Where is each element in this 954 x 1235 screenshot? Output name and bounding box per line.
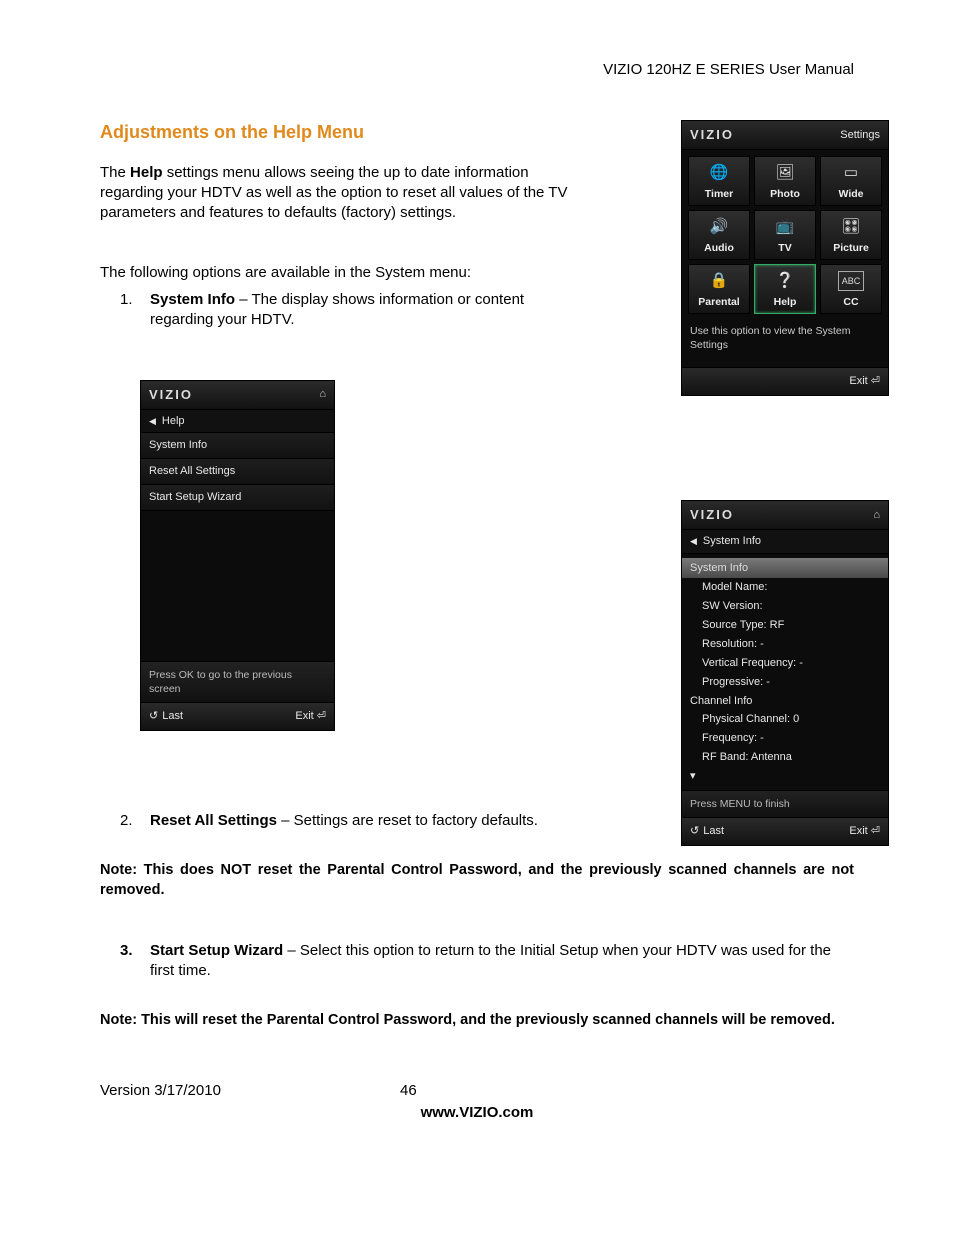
option-list: 1. System Info – The display shows infor… bbox=[100, 290, 590, 331]
list-item-title: System Info bbox=[150, 291, 235, 308]
cell-picture[interactable]: 🎛 Picture bbox=[820, 210, 882, 260]
cell-label: Help bbox=[774, 295, 797, 309]
breadcrumb[interactable]: ◀ System Info bbox=[682, 530, 888, 554]
tv-icon: 📺 bbox=[772, 217, 798, 237]
info-line: Frequency: - bbox=[682, 729, 888, 748]
photo-icon: 🖼 bbox=[772, 163, 798, 183]
info-line: Model Name: bbox=[682, 578, 888, 597]
home-icon[interactable]: ⌂ bbox=[873, 508, 880, 523]
list-number: 3. bbox=[120, 941, 133, 961]
exit-icon: ⏎ bbox=[871, 375, 880, 387]
info-line: Source Type: RF bbox=[682, 616, 888, 635]
last-button[interactable]: ↺Last bbox=[149, 709, 183, 724]
info-line: Physical Channel: 0 bbox=[682, 710, 888, 729]
brand-logo: VIZIO bbox=[690, 506, 734, 524]
menu-item-setup-wizard[interactable]: Start Setup Wizard bbox=[141, 485, 334, 511]
help-panel: VIZIO ⌂ ◀ Help System Info Reset All Set… bbox=[140, 380, 335, 731]
list-item-desc: – Settings are reset to factory defaults… bbox=[277, 812, 538, 829]
cc-icon: ABC bbox=[838, 271, 864, 291]
exit-icon: ⏎ bbox=[871, 825, 880, 837]
info-line: Resolution: - bbox=[682, 635, 888, 654]
info-group-header: Channel Info bbox=[682, 692, 888, 711]
cell-label: Parental bbox=[698, 295, 739, 309]
list-item: 1. System Info – The display shows infor… bbox=[150, 290, 590, 331]
cell-label: CC bbox=[843, 295, 858, 309]
panel-footer: Exit ⏎ bbox=[682, 367, 888, 395]
content-wrap: Adjustments on the Help Menu VIZIO Setti… bbox=[100, 120, 854, 1123]
panel-footer: ↺Last Exit ⏎ bbox=[141, 702, 334, 730]
cell-timer[interactable]: 🌐 Timer bbox=[688, 156, 750, 206]
back-arrow-icon: ◀ bbox=[690, 535, 697, 547]
picture-icon: 🎛 bbox=[838, 217, 864, 237]
cell-photo[interactable]: 🖼 Photo bbox=[754, 156, 816, 206]
panel-header: VIZIO ⌂ bbox=[682, 501, 888, 530]
cell-audio[interactable]: 🔊 Audio bbox=[688, 210, 750, 260]
info-line: RF Band: Antenna bbox=[682, 748, 888, 767]
cell-wide[interactable]: ▭ Wide bbox=[820, 156, 882, 206]
brand-logo: VIZIO bbox=[149, 386, 193, 404]
body-below: 2. Reset All Settings – Settings are res… bbox=[100, 811, 854, 1123]
home-icon[interactable]: ⌂ bbox=[319, 387, 326, 402]
intro-paragraph: The Help settings menu allows seeing the… bbox=[100, 163, 590, 224]
website-footer: www.VIZIO.com bbox=[100, 1103, 854, 1123]
timer-icon: 🌐 bbox=[706, 163, 732, 183]
info-line: SW Version: bbox=[682, 597, 888, 616]
list-item: 3. Start Setup Wizard – Select this opti… bbox=[150, 941, 854, 982]
option-list: 2. Reset All Settings – Settings are res… bbox=[100, 811, 854, 831]
menu-item-reset-all[interactable]: Reset All Settings bbox=[141, 459, 334, 485]
panel-header: VIZIO ⌂ bbox=[141, 381, 334, 410]
breadcrumb[interactable]: ◀ Help bbox=[141, 410, 334, 434]
back-loop-icon: ↺ bbox=[149, 709, 158, 724]
left-column: The Help settings menu allows seeing the… bbox=[100, 163, 590, 732]
cell-label: Audio bbox=[704, 241, 734, 255]
info-group-header: System Info bbox=[682, 558, 888, 579]
cell-label: Wide bbox=[839, 187, 864, 201]
exit-button[interactable]: Exit ⏎ bbox=[849, 374, 880, 389]
list-item-title: Reset All Settings bbox=[150, 812, 277, 829]
version-text: Version 3/17/2010 bbox=[100, 1081, 400, 1101]
exit-button[interactable]: Exit ⏎ bbox=[295, 709, 326, 724]
lock-icon: 🔒 bbox=[706, 271, 732, 291]
cell-label: Timer bbox=[705, 187, 733, 201]
menu-item-system-info[interactable]: System Info bbox=[141, 433, 334, 459]
note-2: Note: This will reset the Parental Contr… bbox=[100, 1011, 854, 1031]
wide-icon: ▭ bbox=[838, 163, 864, 183]
version-row: Version 3/17/2010 46 bbox=[100, 1081, 854, 1101]
sysinfo-panel: VIZIO ⌂ ◀ System Info System Info Model … bbox=[681, 500, 889, 846]
settings-grid: 🌐Timer 🖼Photo ▭Wide 🔊Audio 📺TV 🎛Picture … bbox=[682, 150, 888, 321]
note-1: Note: This does NOT reset the Parental C… bbox=[100, 861, 854, 900]
list-item-title: Start Setup Wizard bbox=[150, 942, 283, 959]
brand-logo: VIZIO bbox=[690, 126, 734, 144]
panel-title: Settings bbox=[840, 128, 880, 143]
sub-intro: The following options are available in t… bbox=[100, 263, 590, 283]
back-arrow-icon: ◀ bbox=[149, 415, 156, 427]
crumb-label: Help bbox=[162, 414, 185, 429]
help-icon: ❔ bbox=[772, 271, 798, 291]
crumb-label: System Info bbox=[703, 534, 761, 549]
cell-cc[interactable]: ABC CC bbox=[820, 264, 882, 314]
cell-label: TV bbox=[778, 241, 791, 255]
page-number: 46 bbox=[400, 1081, 417, 1101]
panel-header: VIZIO Settings bbox=[682, 121, 888, 150]
option-list: 3. Start Setup Wizard – Select this opti… bbox=[100, 941, 854, 982]
list-item: 2. Reset All Settings – Settings are res… bbox=[150, 811, 854, 831]
panel-filler bbox=[141, 511, 334, 661]
list-number: 2. bbox=[120, 811, 133, 831]
more-indicator: ▾ bbox=[682, 767, 888, 786]
cell-tv[interactable]: 📺 TV bbox=[754, 210, 816, 260]
panel-hint: Press OK to go to the previous screen bbox=[141, 661, 334, 702]
exit-icon: ⏎ bbox=[317, 710, 326, 722]
info-line: Progressive: - bbox=[682, 673, 888, 692]
settings-panel: VIZIO Settings 🌐 Timer 🖼 Photo ▭ Wide 🔊 Audi… bbox=[681, 120, 889, 395]
info-line: Vertical Frequency: - bbox=[682, 654, 888, 673]
cell-label: Photo bbox=[770, 187, 800, 201]
audio-icon: 🔊 bbox=[706, 217, 732, 237]
panel-description: Use this option to view the System Setti… bbox=[682, 320, 888, 366]
cell-label: Picture bbox=[833, 241, 869, 255]
doc-header: VIZIO 120HZ E SERIES User Manual bbox=[100, 60, 854, 80]
list-number: 1. bbox=[120, 290, 133, 310]
cell-parental[interactable]: 🔒 Parental bbox=[688, 264, 750, 314]
cell-help[interactable]: ❔ Help bbox=[754, 264, 816, 314]
info-list: System Info Model Name: SW Version: Sour… bbox=[682, 554, 888, 790]
